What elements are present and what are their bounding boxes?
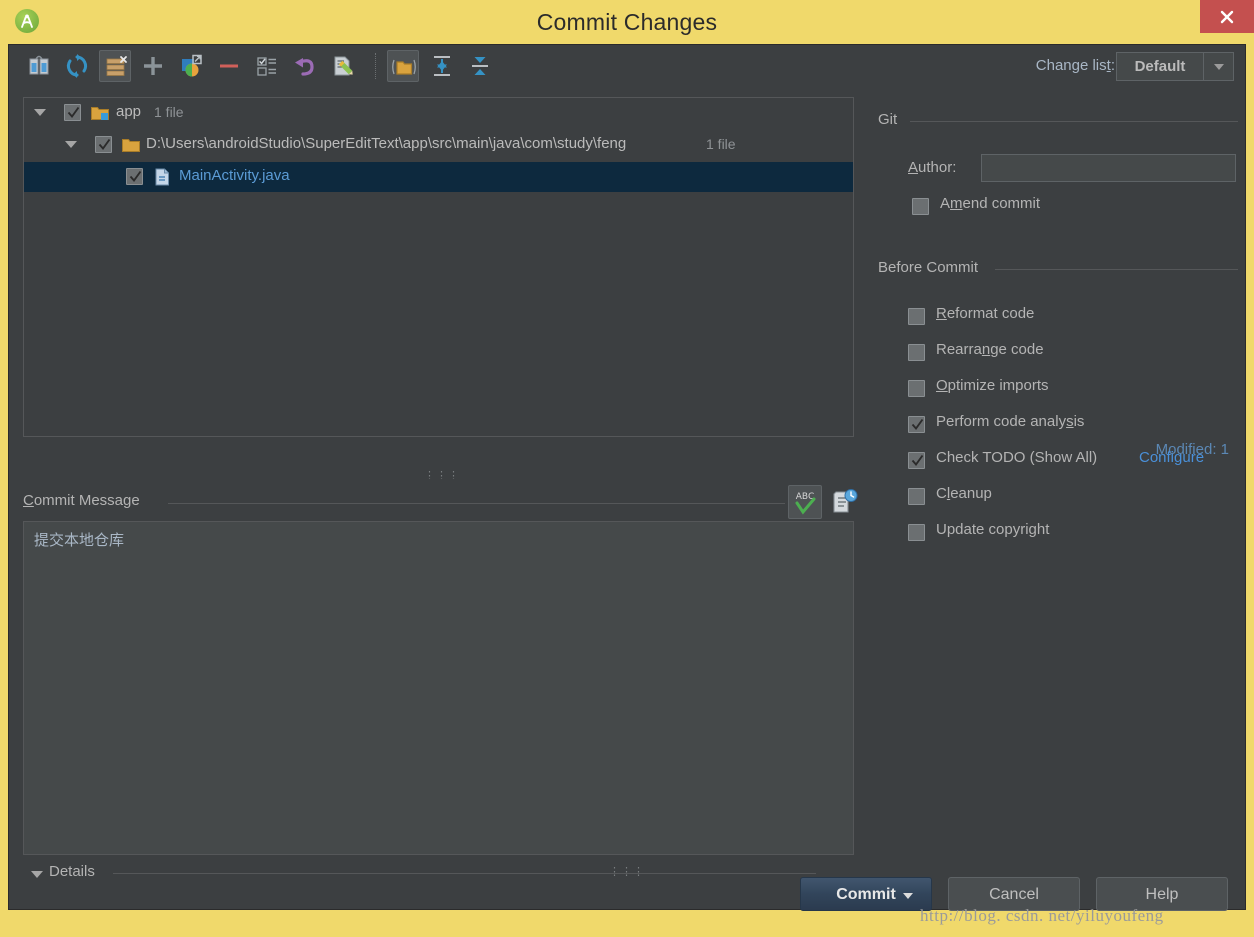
tree-file-count: 1 file bbox=[706, 136, 736, 152]
group-by-directory-icon[interactable] bbox=[387, 50, 419, 82]
change-list-label: Change list: bbox=[1035, 57, 1115, 74]
cleanup-checkbox[interactable] bbox=[908, 488, 925, 505]
amend-commit-label: Amend commit bbox=[940, 195, 1041, 212]
folder-icon bbox=[122, 137, 140, 158]
reformat-code-checkbox[interactable] bbox=[908, 308, 925, 325]
perform-code-analysis-checkbox[interactable] bbox=[908, 416, 925, 433]
message-history-icon[interactable] bbox=[830, 487, 860, 517]
tree-row[interactable]: MainActivity.java bbox=[24, 162, 853, 192]
git-group-title: Git bbox=[878, 111, 898, 128]
tree-file-count: 1 file bbox=[154, 104, 184, 120]
tree-label: app bbox=[116, 103, 142, 120]
tree-checkbox-directory[interactable] bbox=[95, 136, 112, 153]
expand-toggle-module[interactable] bbox=[34, 109, 46, 116]
change-list-dropdown[interactable]: Default bbox=[1116, 52, 1234, 81]
tree-checkbox-module[interactable] bbox=[64, 104, 81, 121]
details-divider bbox=[113, 873, 816, 874]
check-todo-checkbox[interactable] bbox=[908, 452, 925, 469]
abc-spellcheck-icon[interactable]: ABC bbox=[788, 485, 822, 519]
reformat-code-label: Reformat code bbox=[936, 305, 1035, 322]
commit-options-panel: Git Author: Amend commit Before Commit R… bbox=[864, 97, 1238, 547]
check-todo-label: Check TODO (Show All) bbox=[936, 449, 1098, 466]
cleanup-label: Cleanup bbox=[936, 485, 992, 502]
collapse-all-icon[interactable] bbox=[464, 50, 496, 82]
expand-all-icon[interactable] bbox=[426, 50, 458, 82]
configure-todo-link[interactable]: Configure bbox=[1139, 449, 1204, 466]
java-file-icon bbox=[155, 168, 170, 191]
update-copyright-checkbox[interactable] bbox=[908, 524, 925, 541]
update-copyright-label: Update copyright bbox=[936, 521, 1050, 538]
before-commit-group-title: Before Commit bbox=[878, 259, 979, 276]
set-active-changelist-icon[interactable] bbox=[251, 50, 283, 82]
tree-checkbox-file[interactable] bbox=[126, 168, 143, 185]
commit-message-divider bbox=[168, 503, 785, 504]
show-diff-icon[interactable] bbox=[23, 50, 55, 82]
rollback-icon[interactable] bbox=[289, 50, 321, 82]
git-group-divider bbox=[910, 121, 1238, 122]
tree-row[interactable]: D:\Users\androidStudio\SuperEditText\app… bbox=[24, 130, 853, 160]
chevron-down-icon[interactable] bbox=[1203, 53, 1233, 80]
title-bar: Commit Changes bbox=[0, 0, 1254, 44]
commit-button[interactable]: Commit bbox=[800, 877, 932, 911]
change-list-value: Default bbox=[1134, 58, 1186, 75]
edit-source-icon[interactable] bbox=[327, 50, 359, 82]
author-label: Author: bbox=[908, 159, 957, 176]
chevron-down-icon[interactable] bbox=[31, 871, 43, 878]
commit-message-text: 提交本地仓库 bbox=[34, 532, 125, 549]
tree-label: D:\Users\androidStudio\SuperEditText\app… bbox=[146, 135, 627, 152]
commit-button-label: Commit bbox=[836, 886, 896, 903]
before-commit-group-divider bbox=[995, 269, 1238, 270]
author-field[interactable] bbox=[981, 154, 1236, 182]
splitter-handle-tree[interactable]: ⋮⋮⋮⋮⋮ bbox=[424, 469, 464, 479]
delete-changelist-icon[interactable] bbox=[99, 50, 131, 82]
commit-message-header: Commit Message ABC bbox=[23, 485, 858, 521]
rearrange-code-label: Rearrange code bbox=[936, 341, 1044, 358]
commit-message-input[interactable]: 提交本地仓库 bbox=[23, 521, 854, 855]
rearrange-code-checkbox[interactable] bbox=[908, 344, 925, 361]
details-label: Details bbox=[49, 863, 95, 880]
optimize-imports-label: Optimize imports bbox=[936, 377, 1049, 394]
splitter-handle-details[interactable]: ⋮⋮⋮⋮⋮ bbox=[609, 863, 649, 881]
remove-icon[interactable] bbox=[213, 50, 245, 82]
expand-toggle-directory[interactable] bbox=[65, 141, 77, 148]
close-button[interactable] bbox=[1200, 0, 1254, 33]
module-folder-icon bbox=[91, 105, 109, 126]
perform-code-analysis-label: Perform code analysis bbox=[936, 413, 1085, 430]
details-toggle[interactable]: Details bbox=[23, 863, 854, 887]
optimize-imports-checkbox[interactable] bbox=[908, 380, 925, 397]
tree-row[interactable]: app 1 file bbox=[24, 98, 853, 128]
page-title: Commit Changes bbox=[536, 9, 718, 35]
watermark-text: http://blog. csdn. net/yiluyoufeng bbox=[920, 906, 1164, 925]
changes-toolbar: Change list: Default bbox=[9, 45, 1245, 87]
move-to-changelist-icon[interactable] bbox=[175, 50, 207, 82]
commit-changes-dialog: Change list: Default app 1 file D:\Users… bbox=[8, 44, 1246, 911]
commit-message-label: Commit Message bbox=[23, 492, 140, 509]
amend-commit-checkbox[interactable] bbox=[912, 198, 929, 215]
toolbar-separator bbox=[375, 53, 376, 79]
refresh-icon[interactable] bbox=[61, 50, 93, 82]
add-changelist-icon[interactable] bbox=[137, 50, 169, 82]
changes-tree[interactable]: app 1 file D:\Users\androidStudio\SuperE… bbox=[23, 97, 854, 437]
tree-file-name: MainActivity.java bbox=[179, 167, 290, 184]
